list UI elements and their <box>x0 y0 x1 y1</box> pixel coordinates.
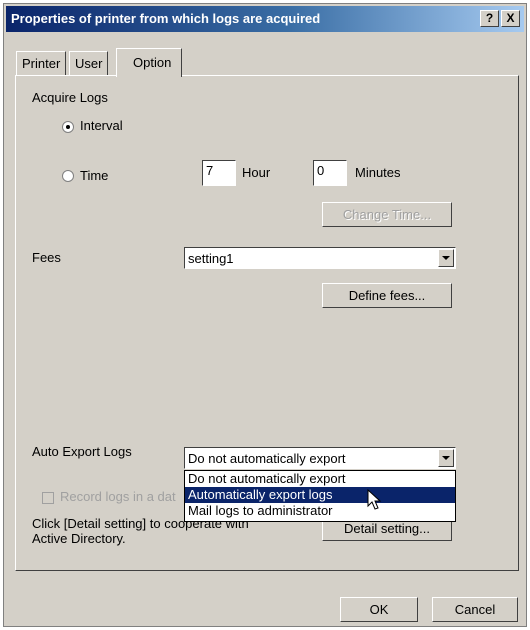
time-label: Time <box>80 168 109 183</box>
dropdown-option[interactable]: Do not automatically export <box>185 471 455 487</box>
help-button[interactable]: ? <box>480 10 499 27</box>
title-bar: Properties of printer from which logs ar… <box>6 6 524 32</box>
acquire-logs-label: Acquire Logs <box>32 90 108 105</box>
record-logs-label: Record logs in a dat <box>60 489 176 504</box>
dropdown-option-selected[interactable]: Automatically export logs <box>185 487 455 503</box>
cancel-button[interactable]: Cancel <box>432 597 518 622</box>
auto-export-dropdown-arrow-icon[interactable] <box>438 449 454 467</box>
fees-dropdown-arrow-icon[interactable] <box>438 249 454 267</box>
record-logs-checkbox[interactable] <box>42 492 54 504</box>
define-fees-button[interactable]: Define fees... <box>322 283 452 308</box>
ok-button[interactable]: OK <box>340 597 418 622</box>
hour-input[interactable]: 7 <box>202 160 236 186</box>
interval-radio[interactable] <box>62 121 74 133</box>
auto-export-select[interactable]: Do not automatically export <box>184 447 456 469</box>
active-directory-text-line2: Active Directory. <box>32 531 126 546</box>
minutes-label: Minutes <box>355 165 401 180</box>
dropdown-option[interactable]: Mail logs to administrator <box>185 503 455 519</box>
tab-user[interactable]: User <box>69 51 109 75</box>
window-title: Properties of printer from which logs ar… <box>11 11 321 26</box>
close-button[interactable]: X <box>501 10 520 27</box>
auto-export-selected-value: Do not automatically export <box>188 451 346 466</box>
tab-option[interactable]: Option <box>116 48 183 77</box>
properties-dialog: Properties of printer from which logs ar… <box>3 3 527 627</box>
auto-export-label: Auto Export Logs <box>32 444 132 459</box>
minutes-input[interactable]: 0 <box>313 160 347 186</box>
time-radio[interactable] <box>62 170 74 182</box>
hour-label: Hour <box>242 165 271 180</box>
interval-label: Interval <box>80 118 123 133</box>
auto-export-dropdown-list: Do not automatically export Automaticall… <box>184 470 456 522</box>
tab-printer[interactable]: Printer <box>16 51 67 75</box>
change-time-button[interactable]: Change Time... <box>322 202 452 227</box>
fees-label: Fees <box>32 250 61 265</box>
fees-select[interactable]: setting1 <box>184 247 456 269</box>
mouse-cursor-icon <box>367 489 382 510</box>
fees-selected-value: setting1 <box>188 251 234 266</box>
